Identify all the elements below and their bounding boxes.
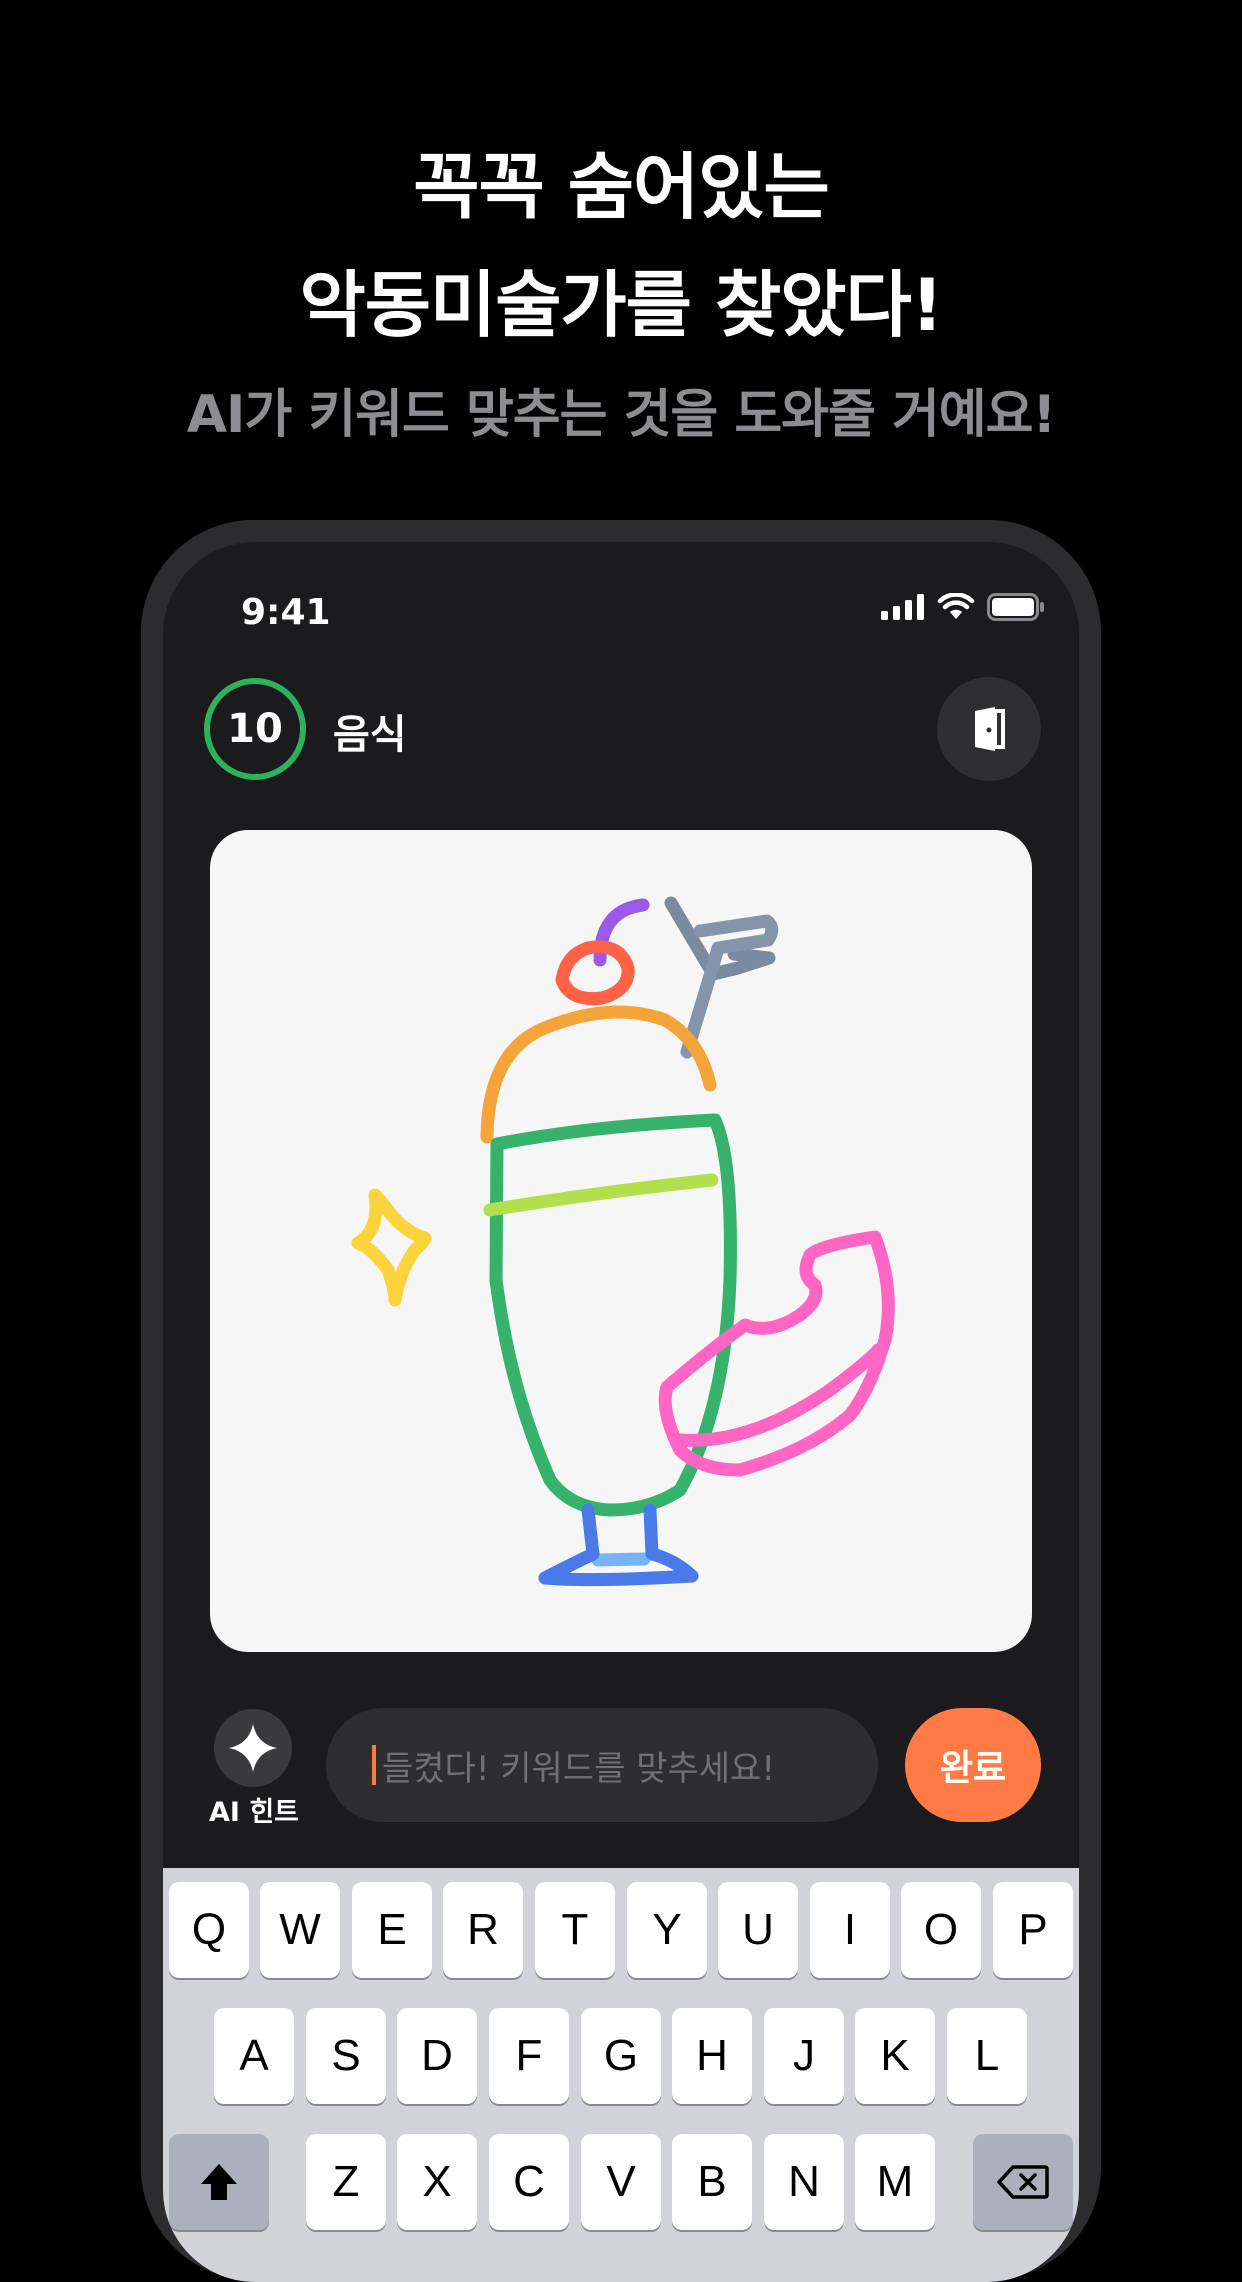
key-q[interactable]: Q (169, 1882, 249, 1978)
round-timer: 10 (203, 677, 307, 781)
key-b[interactable]: B (672, 2134, 752, 2230)
promo-subline: AI가 키워드 맞추는 것을 도와줄 거예요! (186, 385, 1056, 445)
shift-arrow-icon (201, 2164, 237, 2200)
key-f[interactable]: F (489, 2008, 569, 2104)
key-h[interactable]: H (672, 2008, 752, 2104)
shift-key[interactable] (169, 2134, 269, 2230)
key-g[interactable]: G (581, 2008, 661, 2104)
key-t[interactable]: T (535, 1882, 615, 1978)
exit-button[interactable] (937, 677, 1041, 781)
key-m[interactable]: M (855, 2134, 935, 2230)
backspace-key[interactable] (973, 2134, 1073, 2230)
battery-icon (987, 593, 1044, 621)
key-k[interactable]: K (855, 2008, 935, 2104)
key-d[interactable]: D (397, 2008, 477, 2104)
ai-hint-label: AI 힌트 (208, 1797, 300, 1828)
drawing-canvas (210, 830, 1032, 1652)
ai-hint-button[interactable] (214, 1709, 292, 1787)
status-time: 9:41 (241, 592, 331, 633)
key-y[interactable]: Y (627, 1882, 707, 1978)
key-e[interactable]: E (352, 1882, 432, 1978)
text-caret (372, 1745, 376, 1785)
key-c[interactable]: C (489, 2134, 569, 2230)
key-u[interactable]: U (718, 1882, 798, 1978)
key-r[interactable]: R (443, 1882, 523, 1978)
milkshake-drawing (351, 896, 895, 1587)
key-p[interactable]: P (993, 1882, 1073, 1978)
key-a[interactable]: A (214, 2008, 294, 2104)
exit-door-icon (975, 707, 1005, 751)
sparkle-icon (229, 1724, 277, 1772)
key-s[interactable]: S (306, 2008, 386, 2104)
key-i[interactable]: I (810, 1882, 890, 1978)
wifi-icon (937, 593, 975, 619)
key-n[interactable]: N (764, 2134, 844, 2230)
guess-placeholder: 들켰다! 키워드를 맞추세요! (382, 1748, 775, 1789)
keyword-guess-input[interactable]: 들켰다! 키워드를 맞추세요! (326, 1708, 878, 1822)
key-z[interactable]: Z (306, 2134, 386, 2230)
cellular-signal-icon (881, 594, 924, 620)
key-w[interactable]: W (260, 1882, 340, 1978)
keyboard: Q W E R T Y U I O P A S D F G H J K L Z (163, 1868, 1079, 2282)
backspace-icon (997, 2165, 1049, 2199)
promo-headline-line2: 악동미술가를 찾았다! (299, 263, 943, 347)
phone-frame: 9:41 10 음식 AI 힌트 들켰다! 키워드를 맞추세요! 완료 Q W … (141, 520, 1101, 2282)
key-l[interactable]: L (947, 2008, 1027, 2104)
phone-screen: 9:41 10 음식 AI 힌트 들켰다! 키워드를 맞추세요! 완료 Q W … (163, 542, 1079, 2282)
key-x[interactable]: X (397, 2134, 477, 2230)
status-icons (881, 584, 1045, 630)
done-button[interactable]: 완료 (905, 1708, 1041, 1822)
category-label: 음식 (333, 712, 407, 758)
key-j[interactable]: J (764, 2008, 844, 2104)
timer-value: 10 (227, 706, 283, 752)
promo-headline-line1: 꼭꼭 숨어있는 (413, 145, 830, 229)
key-o[interactable]: O (901, 1882, 981, 1978)
key-v[interactable]: V (581, 2134, 661, 2230)
